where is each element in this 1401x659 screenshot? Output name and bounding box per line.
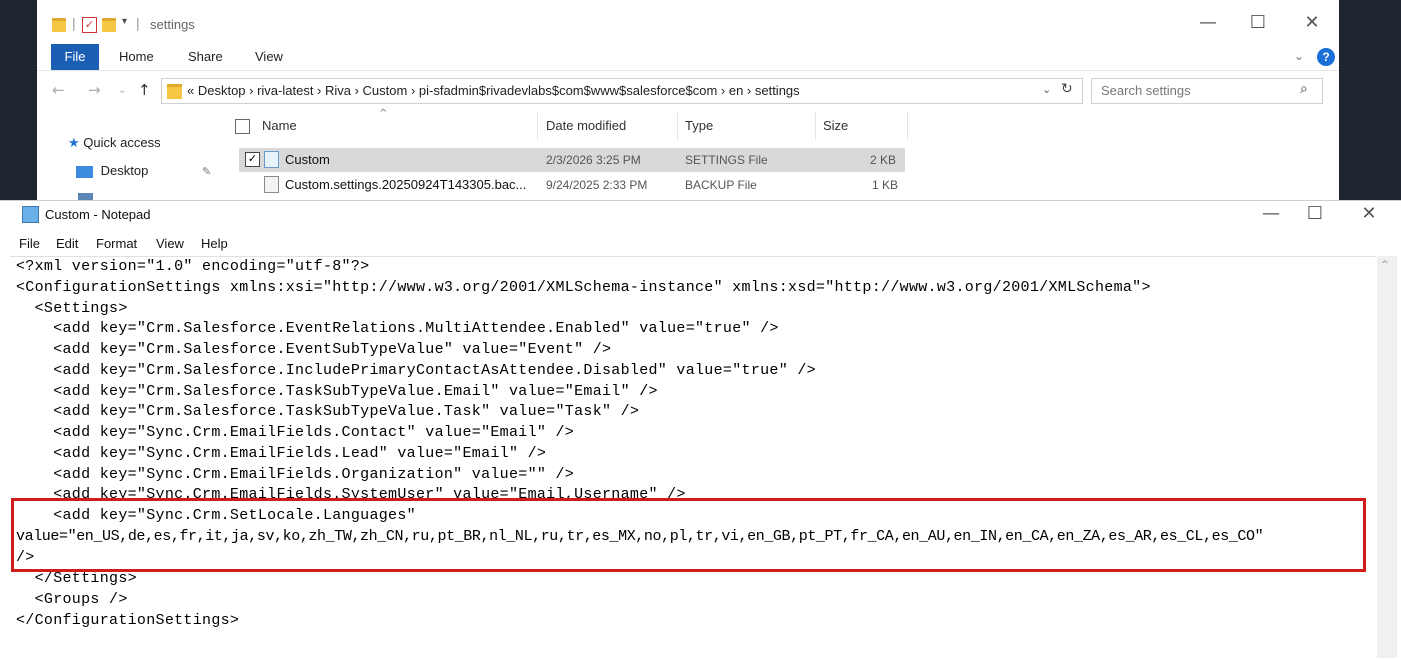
nav-label: Desktop (100, 163, 149, 178)
code-line: <?xml version="1.0" encoding="utf-8"?> (16, 258, 370, 275)
tab-home[interactable]: Home (119, 49, 154, 64)
column-name[interactable]: Name (262, 118, 297, 133)
menu-edit[interactable]: Edit (56, 236, 78, 251)
nav-label: Quick access (83, 135, 161, 150)
documents-icon (78, 193, 93, 200)
code-line: <add key="Crm.Salesforce.IncludePrimaryC… (16, 362, 816, 379)
column-divider (537, 112, 538, 140)
nav-item-quick-access[interactable]: ★ Quick access (68, 135, 161, 151)
column-date-modified[interactable]: Date modified (546, 118, 626, 133)
up-arrow-icon[interactable]: ↑ (138, 81, 151, 99)
minimize-icon[interactable]: — (1193, 12, 1223, 33)
file-type: BACKUP File (685, 178, 757, 192)
refresh-icon[interactable]: ↻ (1061, 81, 1073, 97)
column-type[interactable]: Type (685, 118, 713, 133)
code-line: <Groups /> (16, 591, 128, 608)
qa-dropdown-icon[interactable]: ▾ (122, 16, 127, 27)
search-placeholder: Search settings (1101, 83, 1191, 98)
menu-help[interactable]: Help (201, 236, 228, 251)
star-icon: ★ (68, 136, 80, 151)
file-date: 2/3/2026 3:25 PM (546, 153, 641, 167)
folder-icon (167, 84, 182, 99)
code-line: <add key="Crm.Salesforce.TaskSubTypeValu… (16, 383, 658, 400)
pin-icon: ✎ (202, 165, 212, 178)
scroll-up-arrow-icon[interactable]: ^ (1381, 260, 1389, 270)
address-dropdown-icon[interactable]: ⌄ (1042, 83, 1051, 96)
maximize-icon[interactable]: ☐ (1300, 203, 1330, 224)
code-line: </Settings> (16, 570, 137, 587)
menu-view[interactable]: View (156, 236, 184, 251)
maximize-icon[interactable]: ☐ (1243, 12, 1273, 33)
properties-icon[interactable]: ✓ (82, 17, 97, 33)
column-divider (907, 112, 908, 140)
desktop-icon (76, 165, 93, 178)
highlight-annotation-box (11, 498, 1366, 572)
recent-dropdown-icon[interactable]: ⌄ (118, 85, 126, 96)
code-line: <ConfigurationSettings xmlns:xsi="http:/… (16, 279, 1151, 296)
code-line: <add key="Crm.Salesforce.EventSubTypeVal… (16, 341, 612, 358)
header-select-all-checkbox[interactable] (235, 119, 250, 134)
sort-arrow-icon: ^ (379, 108, 388, 119)
file-type: SETTINGS File (685, 153, 768, 167)
file-date: 9/24/2025 2:33 PM (546, 178, 648, 192)
new-folder-icon[interactable] (102, 18, 116, 32)
code-line: <add key="Sync.Crm.EmailFields.Lead" val… (16, 445, 547, 462)
tab-file[interactable]: File (51, 44, 99, 70)
folder-icon (52, 18, 66, 32)
explorer-title: settings (150, 17, 195, 32)
tab-share[interactable]: Share (188, 49, 223, 64)
file-icon (264, 176, 279, 193)
nav-item-desktop[interactable]: Desktop (76, 163, 148, 178)
code-line: <Settings> (16, 300, 128, 317)
file-name: Custom (285, 152, 330, 167)
row-checkbox[interactable]: ✓ (245, 152, 260, 167)
tab-view[interactable]: View (255, 49, 283, 64)
notepad-title: Custom - Notepad (45, 207, 151, 222)
explorer-title-bar (37, 0, 1339, 44)
breadcrumb[interactable]: « Desktop › riva-latest › Riva › Custom … (187, 83, 800, 98)
close-icon[interactable]: ✕ (1297, 12, 1327, 33)
qa-separator: | (72, 15, 76, 31)
code-line: <add key="Crm.Salesforce.TaskSubTypeValu… (16, 403, 640, 420)
settings-file-icon (264, 151, 279, 168)
file-name: Custom.settings.20250924T143305.bac... (285, 177, 527, 192)
address-row-divider (37, 70, 1339, 71)
menu-file[interactable]: File (19, 236, 40, 251)
close-icon[interactable]: ✕ (1354, 203, 1384, 224)
qa-separator: | (136, 15, 140, 31)
forward-arrow-icon[interactable]: → (88, 81, 101, 99)
code-line: <add key="Sync.Crm.EmailFields.Contact" … (16, 424, 575, 441)
file-size: 1 KB (872, 178, 899, 192)
help-icon[interactable]: ? (1317, 48, 1335, 66)
file-size: 2 KB (870, 153, 897, 167)
code-line: </ConfigurationSettings> (16, 612, 240, 629)
vertical-scrollbar[interactable] (1377, 256, 1397, 658)
column-divider (815, 112, 816, 140)
column-divider (677, 112, 678, 140)
minimize-icon[interactable]: — (1256, 203, 1286, 224)
back-arrow-icon[interactable]: ← (52, 81, 65, 99)
menu-format[interactable]: Format (96, 236, 137, 251)
column-size[interactable]: Size (823, 118, 848, 133)
notepad-icon (22, 206, 39, 223)
chevron-down-icon[interactable]: ⌄ (1294, 49, 1304, 63)
code-line: <add key="Sync.Crm.EmailFields.Organizat… (16, 466, 575, 483)
code-line: <add key="Crm.Salesforce.EventRelations.… (16, 320, 779, 337)
search-icon[interactable]: ⌕ (1300, 81, 1308, 97)
